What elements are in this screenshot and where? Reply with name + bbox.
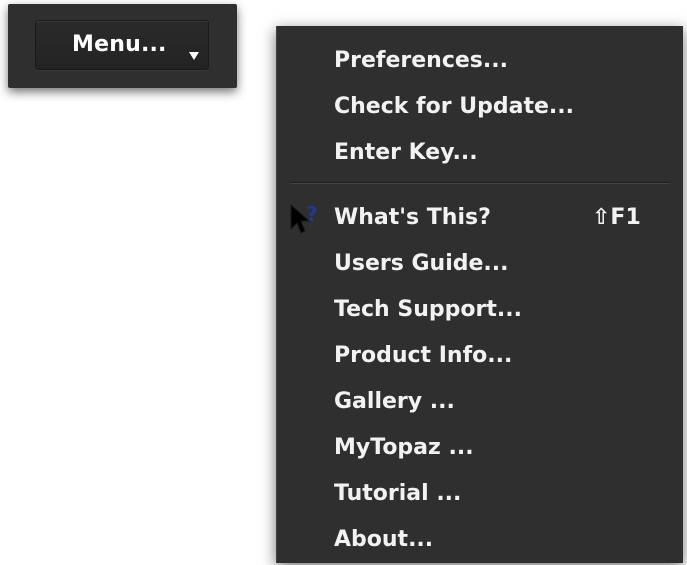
menu-button-label: Menu... <box>72 32 167 57</box>
chevron-down-icon <box>188 47 200 60</box>
menu-item-label: Tutorial ... <box>334 481 462 506</box>
page: Menu... Preferences... Check for Update.… <box>0 0 687 565</box>
menu-item-label: Preferences... <box>334 48 508 73</box>
menu-item-whats-this[interactable]: ? What's This? ⇧F1 <box>277 195 684 241</box>
menu-item-label: Check for Update... <box>334 94 574 119</box>
menu-item-label: Product Info... <box>334 343 513 368</box>
menu-item-label: What's This? <box>334 205 491 230</box>
menu-item-label: Users Guide... <box>334 251 509 276</box>
menu-item-enter-key[interactable]: Enter Key... <box>277 130 684 176</box>
menu-item-label: Gallery ... <box>334 389 455 414</box>
menu-button[interactable]: Menu... <box>35 20 209 70</box>
menu-item-tech-support[interactable]: Tech Support... <box>277 287 684 333</box>
menu-item-gallery[interactable]: Gallery ... <box>277 379 684 425</box>
svg-text:?: ? <box>306 202 318 226</box>
menu-item-check-for-update[interactable]: Check for Update... <box>277 84 684 130</box>
whats-this-icon: ? <box>285 199 325 239</box>
menu-item-shortcut: ⇧F1 <box>592 205 641 230</box>
dropdown-menu: Preferences... Check for Update... Enter… <box>276 26 683 563</box>
menu-item-tutorial[interactable]: Tutorial ... <box>277 471 684 517</box>
menu-item-label: About... <box>334 527 434 552</box>
menu-item-label: MyTopaz ... <box>334 435 474 460</box>
menu-button-panel: Menu... <box>8 4 237 88</box>
menu-item-product-info[interactable]: Product Info... <box>277 333 684 379</box>
menu-item-label: Tech Support... <box>334 297 522 322</box>
menu-item-label: Enter Key... <box>334 140 478 165</box>
menu-item-mytopaz[interactable]: MyTopaz ... <box>277 425 684 471</box>
menu-separator <box>291 182 669 184</box>
menu-item-users-guide[interactable]: Users Guide... <box>277 241 684 287</box>
menu-item-preferences[interactable]: Preferences... <box>277 38 684 84</box>
menu-item-about[interactable]: About... <box>277 517 684 563</box>
